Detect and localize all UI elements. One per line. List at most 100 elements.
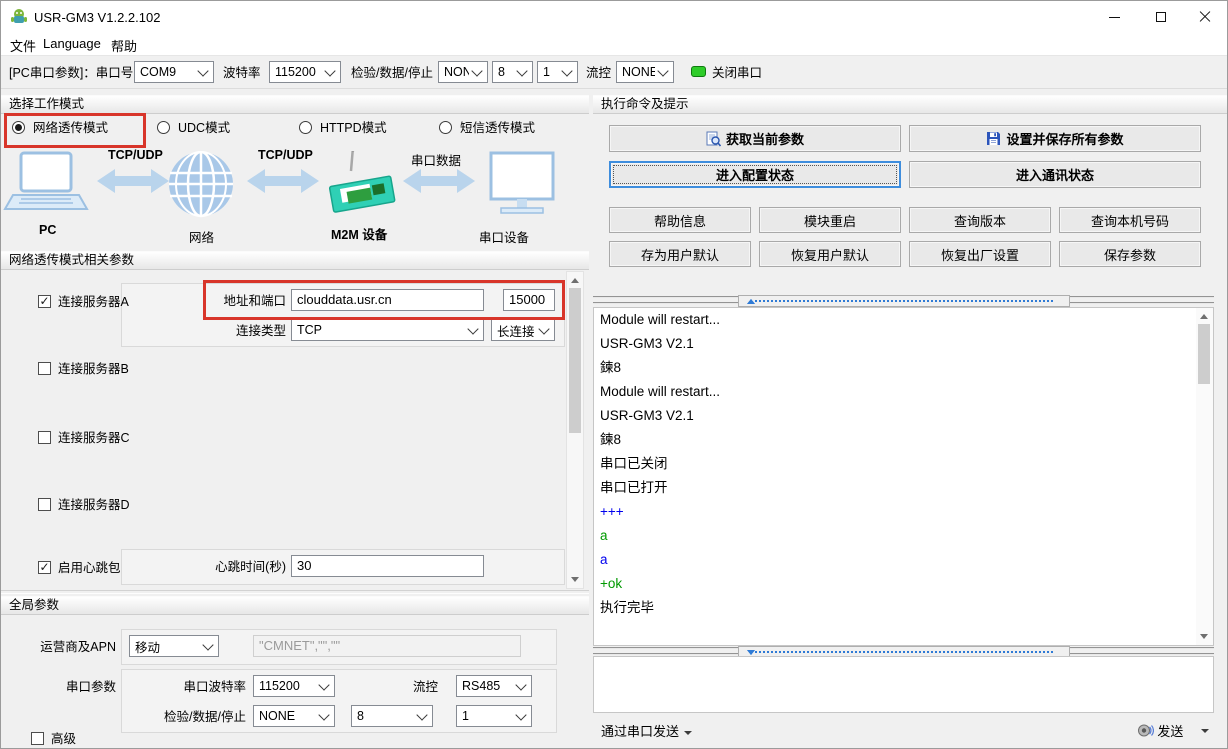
serial-params-label: 串口参数 [26, 679, 116, 695]
radio-httpd-label[interactable]: HTTPD模式 [320, 120, 387, 136]
stopbits-select[interactable]: 1 [537, 61, 578, 83]
radio-udc-label[interactable]: UDC模式 [178, 120, 230, 136]
divider [1, 590, 589, 594]
chevron-down-icon [202, 639, 213, 650]
menu-file[interactable]: 文件 [10, 36, 36, 55]
minimize-button[interactable] [1091, 1, 1137, 33]
serial-flow-select[interactable]: RS485 [456, 675, 532, 697]
server-a-checkbox[interactable]: ✓ [38, 295, 51, 308]
query-number-button[interactable]: 查询本机号码 [1059, 207, 1201, 233]
log-line: +++ [594, 500, 1213, 524]
restore-user-default-button[interactable]: 恢复用户默认 [759, 241, 901, 267]
splitter-dots [755, 300, 1053, 302]
chevron-down-icon [684, 731, 692, 735]
log-line: 串口已打开 [594, 476, 1213, 500]
log-line: 鍊8 [594, 428, 1213, 452]
enter-comm-button[interactable]: 进入通讯状态 [909, 161, 1201, 188]
serial-databits-select[interactable]: 8 [351, 705, 433, 727]
factory-reset-button[interactable]: 恢复出厂设置 [909, 241, 1051, 267]
app-window: USR-GM3 V1.2.2.102 文件 Language 帮助 [PC串口参… [0, 0, 1228, 749]
log-line: 串口已关闭 [594, 452, 1213, 476]
menu-help[interactable]: 帮助 [111, 36, 137, 55]
work-mode-header: 选择工作模式 [1, 95, 589, 114]
server-d-checkbox[interactable] [38, 498, 51, 511]
serial-parity-select[interactable]: NONE [253, 705, 335, 727]
serial-stopbits-select[interactable]: 1 [456, 705, 532, 727]
carrier-select[interactable]: 移动 [129, 635, 219, 657]
server-c-label[interactable]: 连接服务器C [58, 430, 130, 446]
baud-select[interactable]: 115200 [269, 61, 341, 83]
baud-label: 波特率 [223, 65, 261, 81]
title-bar: USR-GM3 V1.2.2.102 [1, 1, 1227, 33]
heartbeat-checkbox[interactable]: ✓ [38, 561, 51, 574]
send-input[interactable] [593, 656, 1214, 713]
diagram-link2-label: TCP/UDP [258, 148, 313, 162]
parity-select[interactable]: NONE [438, 61, 488, 83]
menu-language[interactable]: Language [43, 36, 101, 51]
flow-select[interactable]: NONE [616, 61, 674, 83]
query-version-button[interactable]: 查询版本 [909, 207, 1051, 233]
conn-mode-select[interactable]: 长连接 [491, 319, 555, 341]
scroll-down-icon[interactable] [1200, 634, 1208, 639]
splitter-top[interactable] [593, 296, 1214, 304]
minimize-icon [1109, 17, 1120, 18]
log-line: USR-GM3 V2.1 [594, 332, 1213, 356]
apn-value-field: "CMNET","","" [253, 635, 521, 657]
server-a-port-input[interactable]: 15000 [503, 289, 555, 311]
save-params-button[interactable]: 保存参数 [1059, 241, 1201, 267]
radio-httpd[interactable] [299, 121, 312, 134]
radio-udc[interactable] [157, 121, 170, 134]
server-d-label[interactable]: 连接服务器D [58, 497, 130, 513]
help-info-button[interactable]: 帮助信息 [609, 207, 751, 233]
maximize-icon [1156, 12, 1166, 22]
chevron-down-icon [318, 679, 329, 690]
log-scrollbar[interactable] [1196, 308, 1213, 645]
scrollbar-thumb[interactable] [1198, 324, 1210, 384]
scroll-down-icon[interactable] [571, 577, 579, 582]
com-port-select[interactable]: COM9 [134, 61, 214, 83]
server-a-address-input[interactable]: clouddata.usr.cn [291, 289, 484, 311]
heartbeat-time-input[interactable]: 30 [291, 555, 484, 577]
close-port-button[interactable]: 关闭串口 [712, 65, 762, 81]
server-b-checkbox[interactable] [38, 362, 51, 375]
splitter-collapse-handle[interactable] [738, 295, 1070, 307]
scroll-up-icon[interactable] [571, 278, 579, 283]
heartbeat-time-label: 心跳时间(秒) [186, 559, 286, 575]
heartbeat-label[interactable]: 启用心跳包 [58, 560, 121, 576]
flow-label: 流控 [586, 65, 611, 81]
left-panel-scrollbar[interactable] [566, 271, 584, 589]
advanced-checkbox[interactable] [31, 732, 44, 745]
close-button[interactable] [1182, 1, 1228, 33]
net-params-header: 网络透传模式相关参数 [1, 251, 589, 270]
conn-type-select[interactable]: TCP [291, 319, 484, 341]
scrollbar-thumb[interactable] [569, 288, 581, 433]
scroll-up-icon[interactable] [1200, 314, 1208, 319]
radio-sms[interactable] [439, 121, 452, 134]
send-mode-dropdown[interactable]: 通过串口发送 [601, 724, 692, 740]
commands-header: 执行命令及提示 [593, 95, 1228, 114]
server-a-label[interactable]: 连接服务器A [58, 294, 129, 310]
radio-sms-label[interactable]: 短信透传模式 [460, 120, 535, 136]
get-params-button[interactable]: 获取当前参数 [609, 125, 901, 152]
chevron-down-icon [516, 65, 527, 76]
databits-select[interactable]: 8 [492, 61, 533, 83]
collapse-up-icon [747, 299, 755, 304]
module-restart-button[interactable]: 模块重启 [759, 207, 901, 233]
chevron-down-icon [561, 65, 572, 76]
advanced-label[interactable]: 高级 [51, 731, 76, 747]
set-save-params-button[interactable]: 设置并保存所有参数 [909, 125, 1201, 152]
radio-net-transparent-label[interactable]: 网络透传模式 [33, 120, 108, 136]
server-c-checkbox[interactable] [38, 431, 51, 444]
enter-config-button[interactable]: 进入配置状态 [609, 161, 901, 188]
serial-baud-select[interactable]: 115200 [253, 675, 335, 697]
server-b-label[interactable]: 连接服务器B [58, 361, 129, 377]
radio-net-transparent[interactable] [12, 121, 25, 134]
log-output[interactable]: Module will restart... USR-GM3 V2.1 鍊8 M… [593, 307, 1214, 646]
splitter-bottom[interactable] [593, 647, 1214, 655]
save-user-default-button[interactable]: 存为用户默认 [609, 241, 751, 267]
chevron-down-icon [471, 65, 482, 76]
chevron-down-icon [1201, 729, 1209, 733]
send-button[interactable]: 发送 [1137, 721, 1209, 740]
maximize-button[interactable] [1138, 1, 1184, 33]
collapse-down-icon [747, 650, 755, 655]
